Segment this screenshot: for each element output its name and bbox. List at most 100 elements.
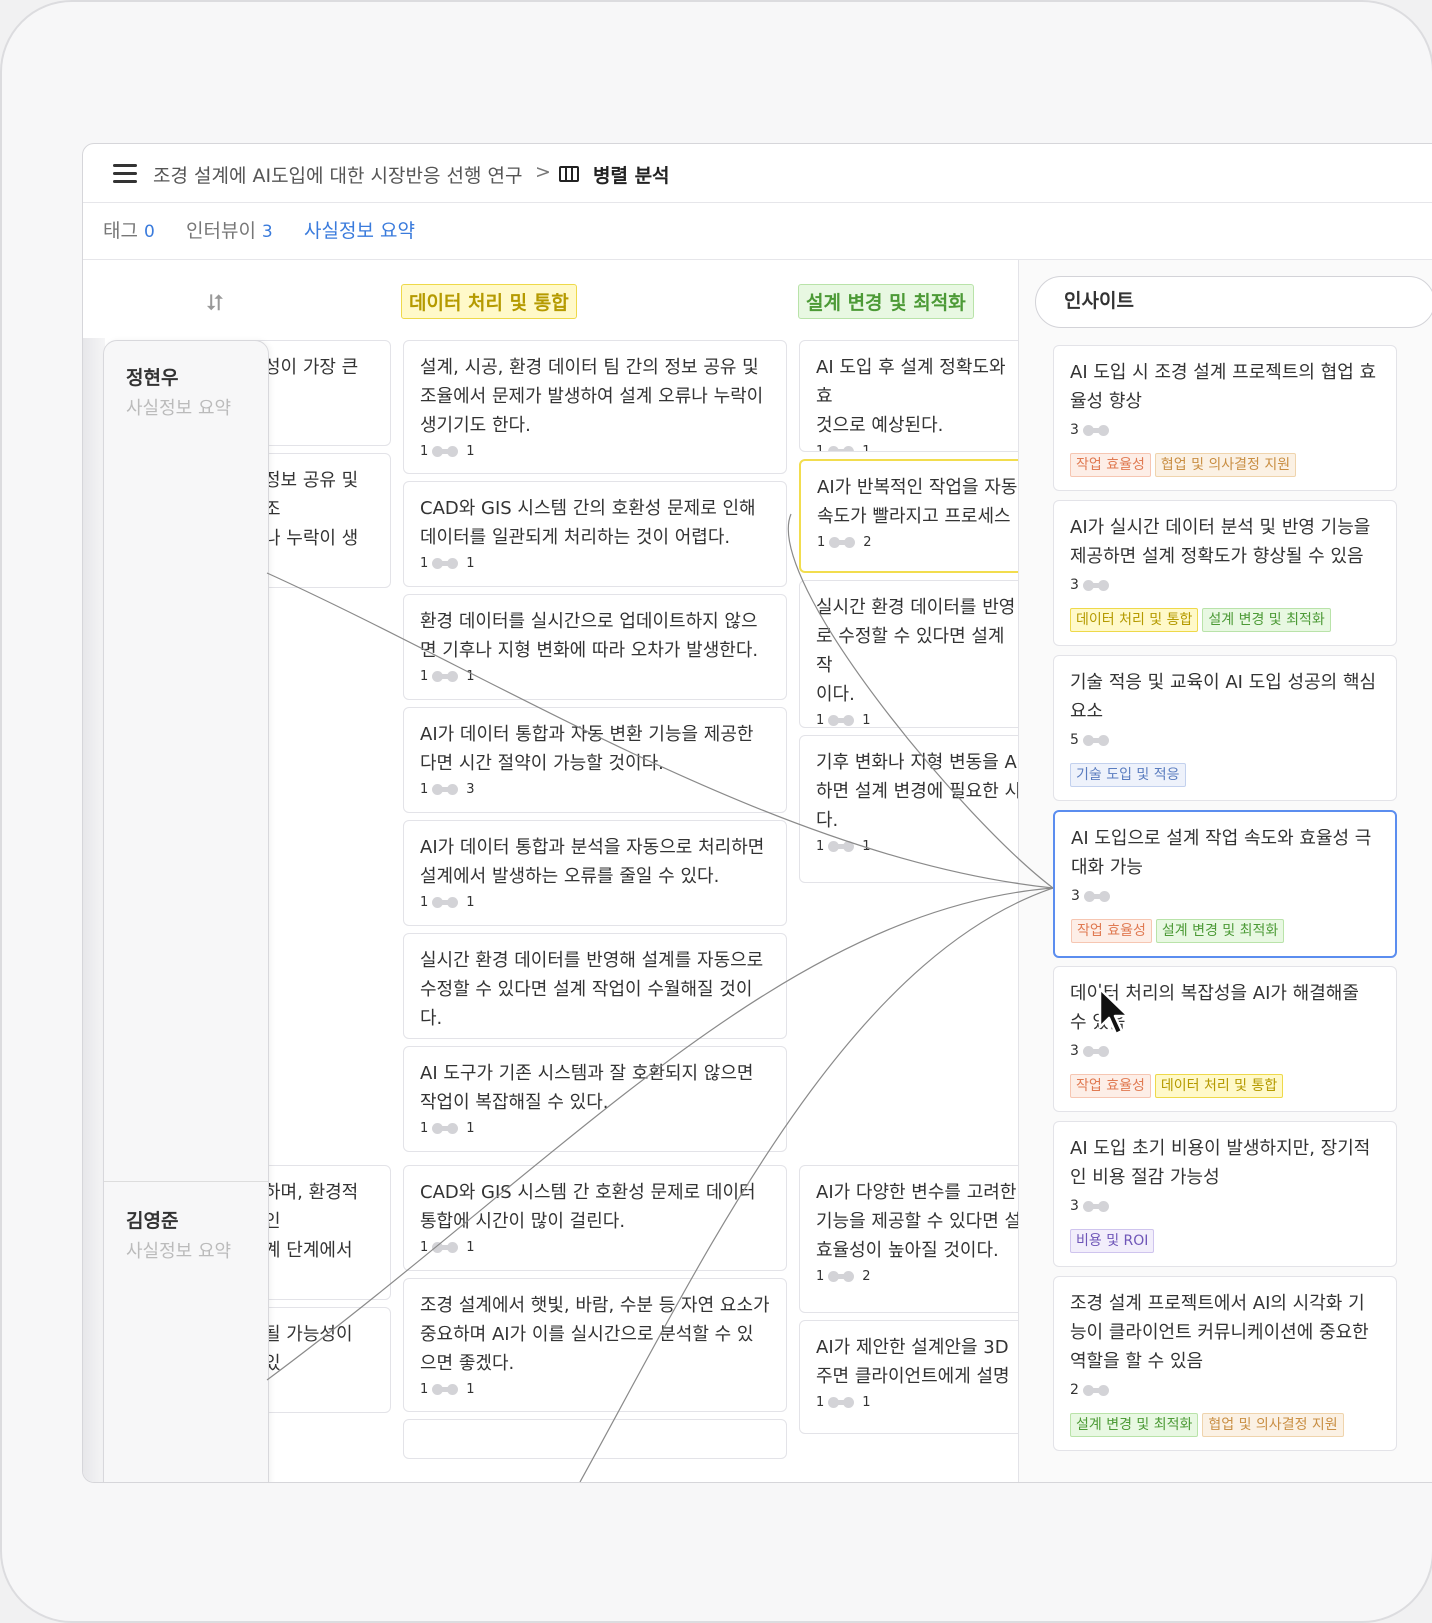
- meta-right: 1: [862, 1395, 871, 1410]
- fact-card[interactable]: AI가 제안한 설계안을 3D 주면 클라이언트에게 설명 1 1: [799, 1320, 1039, 1434]
- link-dots-icon: [1082, 1045, 1113, 1057]
- fact-card[interactable]: 조경 설계에서 햇빛, 바람, 수분 등 자연 요소가 중요하며 AI가 이를 …: [403, 1278, 787, 1412]
- card-meta: 12: [816, 1267, 1022, 1287]
- fact-card[interactable]: AI가 다양한 변수를 고려한 기능을 제공할 수 있다면 설 효율성이 높아질…: [799, 1165, 1039, 1313]
- interviewee-sub: 사실정보 요약: [126, 398, 232, 419]
- insight-text: AI가 실시간 데이터 분석 및 반영 기능을 제공하면 설계 정확도가 향상될…: [1070, 517, 1371, 567]
- count-value: 3: [1070, 422, 1079, 438]
- meta-right: 1: [466, 1121, 475, 1136]
- tag-chip[interactable]: 데이터 처리 및 통합: [1154, 1074, 1284, 1098]
- column-header-design[interactable]: 설계 변경 및 최적화: [798, 284, 974, 319]
- meta-right: 1: [466, 444, 475, 459]
- fact-card[interactable]: 환경 데이터를 실시간으로 업데이트하지 않으면 기후나 지형 변화에 따라 오…: [403, 594, 787, 700]
- tab-tags[interactable]: 태그 0: [103, 216, 155, 243]
- interviewee-panel: 정현우 사실정보 요약 김영준 사실정보 요약: [103, 340, 269, 1482]
- breadcrumb-project[interactable]: 조경 설계에 AI도입에 대한 시장반응 선행 연구: [153, 161, 522, 188]
- card-text: 실시간 환경 데이터를 반영 로 수정할 수 있다면 설계 작 이다.: [816, 597, 1016, 705]
- card-text: 설계, 시공, 환경 데이터 팀 간의 정보 공유 및 조율에서 문제가 발생하…: [420, 357, 764, 436]
- meta-right: 1: [862, 444, 871, 452]
- tab-bar: 태그 0 인터뷰이 3 사실정보 요약: [83, 202, 1432, 260]
- fact-card[interactable]: AI가 데이터 통합과 자동 변환 기능을 제공한다면 시간 절약이 가능할 것…: [403, 707, 787, 813]
- tab-label: 태그: [103, 220, 138, 242]
- tab-interviewees[interactable]: 인터뷰이 3: [186, 216, 273, 243]
- link-dots-icon: [1082, 1200, 1113, 1212]
- fact-card[interactable]: 설계, 시공, 환경 데이터 팀 간의 정보 공유 및 조율에서 문제가 발생하…: [403, 340, 787, 474]
- insight-card[interactable]: AI가 실시간 데이터 분석 및 반영 기능을 제공하면 설계 정확도가 향상될…: [1053, 500, 1397, 646]
- tag-chip[interactable]: 기술 도입 및 적응: [1070, 763, 1186, 787]
- tab-label: 인터뷰이: [186, 220, 256, 242]
- card-text: AI가 제안한 설계안을 3D 주면 클라이언트에게 설명: [816, 1337, 1010, 1387]
- interviewee-name[interactable]: 정현우: [126, 363, 178, 390]
- count-value: 2: [1070, 1382, 1079, 1398]
- meta-left: 1: [420, 556, 429, 571]
- breadcrumb-chevron-icon: >: [535, 161, 551, 183]
- tab-fact-summary[interactable]: 사실정보 요약: [304, 216, 415, 243]
- meta-right: 3: [466, 782, 475, 797]
- meta-left: 1: [816, 444, 825, 452]
- insight-count: 2: [1070, 1379, 1380, 1401]
- link-dots-icon: [432, 446, 462, 457]
- meta-right: 1: [862, 839, 871, 854]
- tag-chip[interactable]: 비용 및 ROI: [1070, 1229, 1155, 1253]
- card-text: 정보 공유 및 조 나 누락이 생: [264, 470, 359, 549]
- card-meta: 13: [420, 780, 770, 800]
- card-text: 하며, 환경적인 계 단계에서: [264, 1182, 359, 1261]
- meta-left: 1: [420, 669, 429, 684]
- divider: [104, 1181, 268, 1182]
- hamburger-menu-icon[interactable]: [113, 164, 137, 184]
- count-value: 3: [1070, 577, 1079, 593]
- fact-card[interactable]: 실시간 환경 데이터를 반영해 설계를 자동으로 수정할 수 있다면 설계 작업…: [403, 933, 787, 1039]
- fact-card-selected[interactable]: AI가 반복적인 작업을 자동 속도가 빨라지고 프로세스 1 2: [799, 459, 1039, 573]
- insight-card[interactable]: AI 도입 초기 비용이 발생하지만, 장기적인 비용 절감 가능성 3 비용 …: [1053, 1121, 1397, 1267]
- card-meta: 11: [420, 1035, 770, 1038]
- link-dots-icon: [432, 1384, 462, 1395]
- swap-icon[interactable]: ⮃: [203, 292, 227, 316]
- fact-card[interactable]: AI가 데이터 통합과 분석을 자동으로 처리하면 설계에서 발생하는 오류를 …: [403, 820, 787, 926]
- fact-card[interactable]: CAD와 GIS 시스템 간 호환성 문제로 데이터 통합에 시간이 많이 걸린…: [403, 1165, 787, 1271]
- card-text: AI 도입 후 설계 정확도와 효 것으로 예상된다.: [816, 357, 1006, 436]
- tag-chip[interactable]: 작업 효율성: [1070, 1074, 1151, 1098]
- link-dots-icon: [828, 446, 858, 451]
- insight-header[interactable]: 인사이트: [1035, 276, 1432, 328]
- meta-right: 2: [863, 535, 872, 550]
- meta-right: 1: [862, 713, 871, 728]
- count-value: 3: [1071, 888, 1080, 904]
- tag-chip[interactable]: 작업 효율성: [1070, 453, 1151, 477]
- card-text: 실시간 환경 데이터를 반영해 설계를 자동으로 수정할 수 있다면 설계 작업…: [420, 950, 764, 1029]
- tag-chip[interactable]: 협업 및 의사결정 지원: [1154, 453, 1297, 477]
- fact-card[interactable]: AI 도구가 기존 시스템과 잘 호환되지 않으면 작업이 복잡해질 수 있다.…: [403, 1046, 787, 1152]
- fact-card[interactable]: 기후 변화나 지형 변동을 A 하면 설계 변경에 필요한 시 다. 1 1: [799, 735, 1039, 883]
- card-text: AI가 데이터 통합과 자동 변환 기능을 제공한다면 시간 절약이 가능할 것…: [420, 724, 754, 774]
- interviewee-name[interactable]: 김영준: [126, 1206, 178, 1233]
- column-header-data[interactable]: 데이터 처리 및 통합: [401, 284, 577, 319]
- fact-card[interactable]: 실시간 환경 데이터를 반영 로 수정할 수 있다면 설계 작 이다. 1 1: [799, 580, 1039, 728]
- link-dots-icon: [432, 1242, 462, 1253]
- tag-chip[interactable]: 설계 변경 및 최적화: [1070, 1413, 1199, 1437]
- insight-card[interactable]: AI 도입 시 조경 설계 프로젝트의 협업 효율성 향상 3 작업 효율성 협업…: [1053, 345, 1397, 491]
- link-dots-icon: [432, 897, 462, 908]
- insight-card[interactable]: 기술 적응 및 교육이 AI 도입 성공의 핵심 요소 5 기술 도입 및 적응: [1053, 655, 1397, 801]
- card-text: 될 가능성이 있: [264, 1324, 353, 1374]
- tag-chip[interactable]: 협업 및 의사결정 지원: [1202, 1413, 1344, 1437]
- meta-left: 1: [420, 1240, 429, 1255]
- insight-count: 3: [1071, 885, 1379, 907]
- insight-card-selected[interactable]: AI 도입으로 설계 작업 속도와 효율성 극대화 가능 3 작업 효율성 설계 …: [1053, 810, 1397, 958]
- meta-right: 2: [862, 1269, 871, 1284]
- faded-column: [83, 338, 105, 1482]
- fact-card[interactable]: CAD와 GIS 시스템 간의 호환성 문제로 인해 데이터를 일관되게 처리하…: [403, 481, 787, 587]
- insight-card[interactable]: 조경 설계 프로젝트에서 AI의 시각화 기능이 클라이언트 커뮤니케이션에 중…: [1053, 1276, 1397, 1451]
- tag-chip[interactable]: 설계 변경 및 최적화: [1202, 608, 1331, 632]
- meta-right: 1: [466, 1240, 475, 1255]
- fact-card[interactable]: AI 도입 후 설계 정확도와 효 것으로 예상된다. 1 1: [799, 340, 1039, 452]
- tag-chip[interactable]: 설계 변경 및 최적화: [1155, 919, 1285, 943]
- breadcrumb-current: 병렬 분석: [593, 165, 670, 187]
- card-text: 조경 설계에서 햇빛, 바람, 수분 등 자연 요소가 중요하며 AI가 이를 …: [420, 1295, 770, 1374]
- card-meta: 12: [817, 533, 1021, 553]
- card-text: 기후 변화나 지형 변동을 A 하면 설계 변경에 필요한 시 다.: [816, 752, 1022, 831]
- card-text: AI가 다양한 변수를 고려한 기능을 제공할 수 있다면 설 효율성이 높아질…: [816, 1182, 1022, 1261]
- fact-card[interactable]: [403, 1419, 787, 1459]
- card-text: AI 도구가 기존 시스템과 잘 호환되지 않으면 작업이 복잡해질 수 있다.: [420, 1063, 754, 1113]
- tag-chip[interactable]: 작업 효율성: [1071, 919, 1152, 943]
- tag-chip[interactable]: 데이터 처리 및 통합: [1070, 608, 1199, 632]
- insight-count: 3: [1070, 419, 1380, 441]
